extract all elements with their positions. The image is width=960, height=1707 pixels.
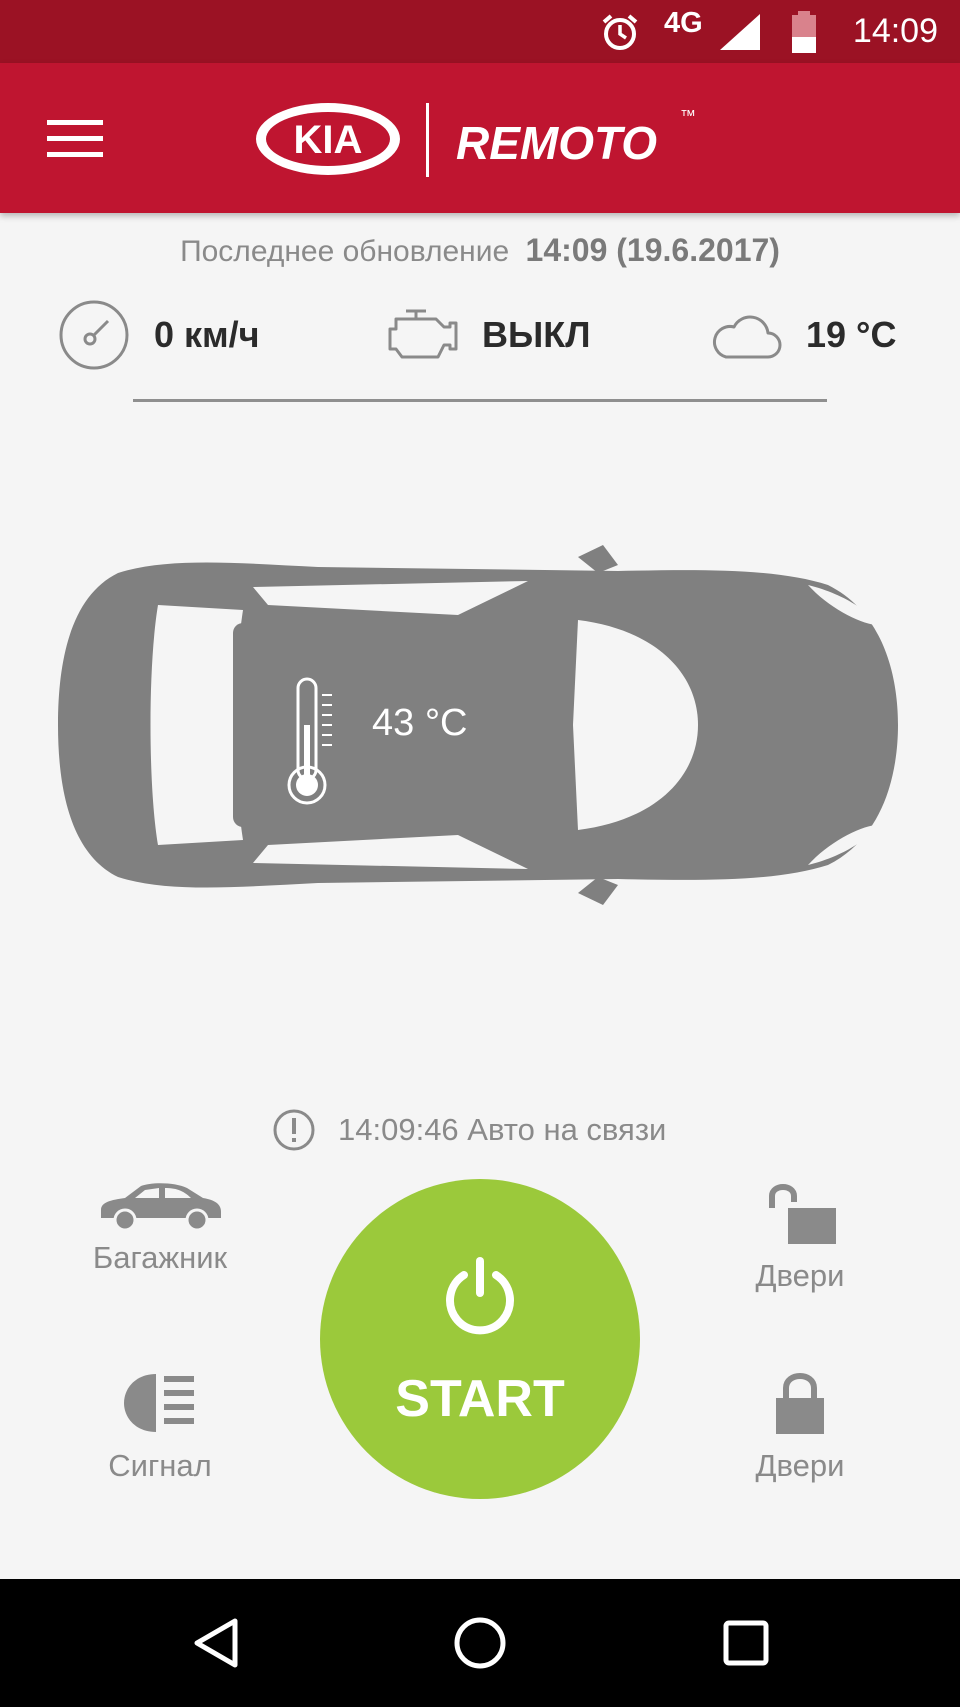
- navigation-bar: [0, 1579, 960, 1707]
- cloud-icon: [713, 315, 782, 359]
- cabin-temperature: 43 °C: [372, 702, 468, 744]
- divider: [133, 399, 827, 402]
- signal-button[interactable]: Сигнал: [60, 1368, 260, 1484]
- trademark-text: ™: [680, 108, 696, 125]
- lock-icon: [776, 1373, 824, 1434]
- status-time: 14:09: [852, 12, 938, 50]
- power-icon: [446, 1257, 514, 1335]
- start-button[interactable]: START: [320, 1179, 640, 1499]
- engine-icon: [388, 309, 458, 359]
- trunk-button[interactable]: Багажник: [60, 1178, 260, 1276]
- vehicle-stats: 0 км/ч ВЫКЛ 19 °C: [0, 295, 960, 375]
- hamburger-menu-icon[interactable]: [40, 105, 110, 171]
- info-icon: [273, 1109, 315, 1151]
- car-side-icon: [101, 1183, 221, 1230]
- status-bar: 4G 14:09: [0, 0, 960, 63]
- brand-text: KIA: [294, 118, 363, 162]
- lock-label: Двери: [755, 1448, 845, 1483]
- weather-value: 19 °C: [806, 314, 897, 355]
- signal-label: Сигнал: [108, 1448, 212, 1483]
- last-update: Последнее обновление 14:09 (19.6.2017): [0, 232, 960, 269]
- unlock-label: Двери: [755, 1258, 845, 1293]
- last-update-value: 14:09 (19.6.2017): [525, 232, 780, 268]
- unlock-icon: [769, 1184, 836, 1244]
- trunk-label: Багажник: [92, 1240, 228, 1275]
- car-top-view: [58, 545, 898, 905]
- signal-icon: [718, 0, 762, 63]
- connection-text: 14:09:46 Авто на связи: [338, 1112, 667, 1147]
- kia-remoto-logo: KIA REMOTO ™: [252, 93, 712, 185]
- home-icon[interactable]: [440, 1603, 520, 1683]
- battery-icon: [790, 0, 818, 63]
- headlight-icon: [124, 1374, 194, 1432]
- speed-value: 0 км/ч: [154, 314, 260, 355]
- app-bar: KIA REMOTO ™: [0, 63, 960, 213]
- recents-icon[interactable]: [706, 1603, 786, 1683]
- start-label: START: [395, 1370, 565, 1428]
- engine-stat: ВЫКЛ: [386, 295, 590, 375]
- connection-status: 14:09:46 Авто на связи: [272, 1108, 666, 1152]
- speedometer-icon: [59, 300, 129, 370]
- last-update-label: Последнее обновление: [180, 235, 510, 268]
- alarm-icon: [600, 0, 640, 63]
- product-text: REMOTO: [456, 117, 657, 169]
- network-type: 4G: [664, 7, 703, 39]
- weather-stat: 19 °C: [710, 295, 896, 375]
- speed-stat: 0 км/ч: [58, 295, 260, 375]
- unlock-doors-button[interactable]: Двери: [700, 1178, 900, 1294]
- lock-doors-button[interactable]: Двери: [700, 1368, 900, 1484]
- engine-value: ВЫКЛ: [482, 314, 591, 355]
- back-icon[interactable]: [175, 1603, 255, 1683]
